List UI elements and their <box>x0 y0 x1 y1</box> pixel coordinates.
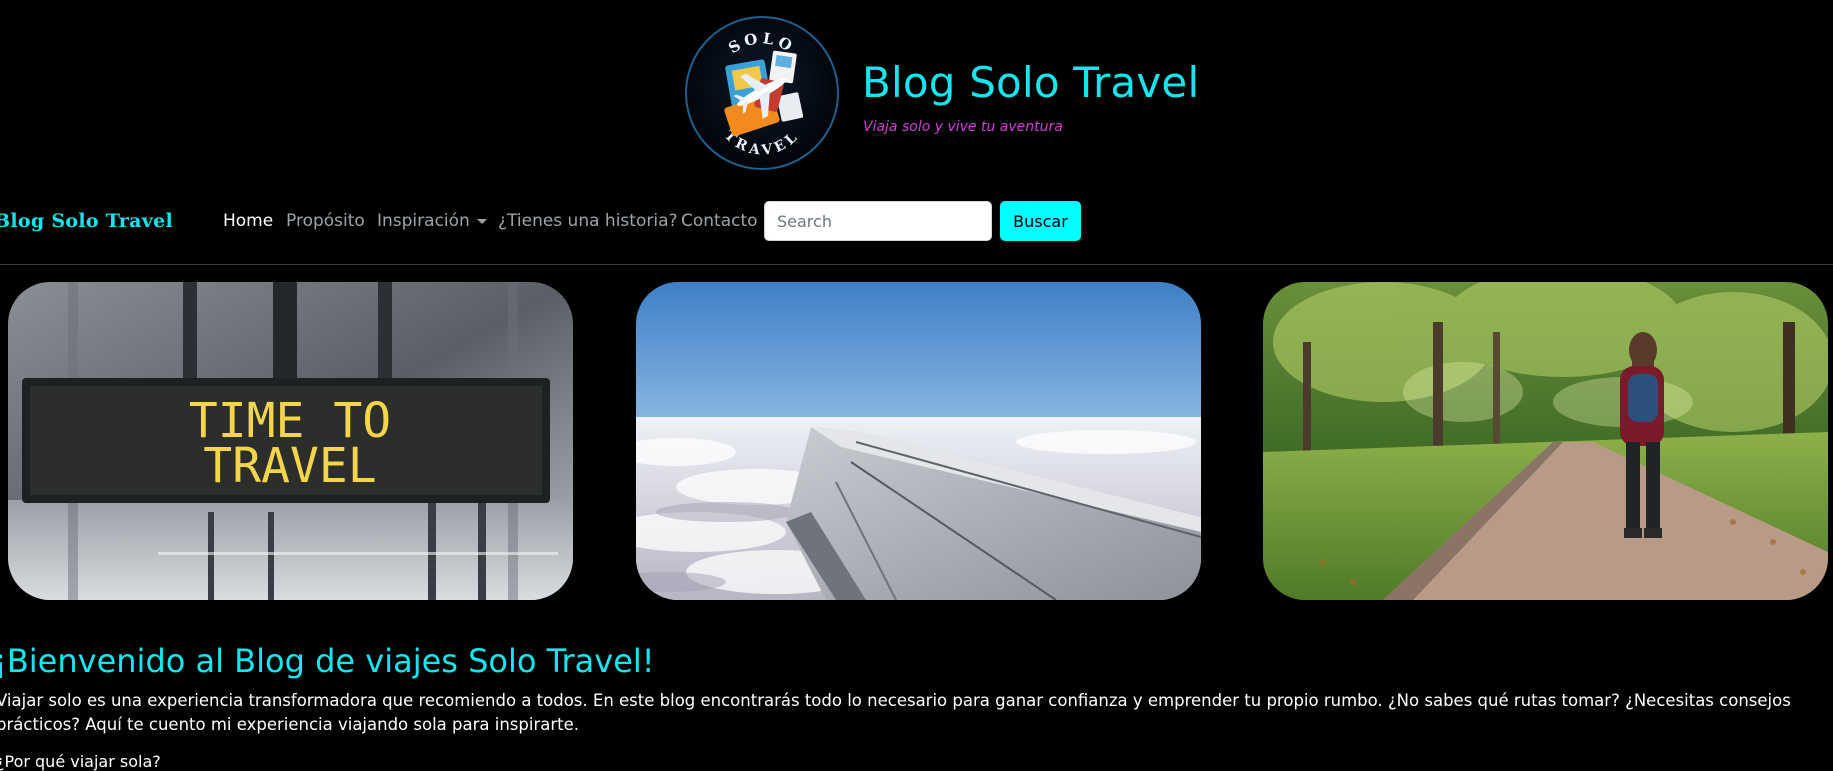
nav-item-inspiracion[interactable]: Inspiración <box>377 211 487 231</box>
sign-line-2: TRAVEL <box>203 438 376 494</box>
main-navbar: Blog Solo Travel Home Propósito Inspirac… <box>0 196 1833 266</box>
search-button[interactable]: Buscar <box>1000 201 1081 241</box>
site-title: Blog Solo Travel <box>862 58 1200 107</box>
site-tagline: Viaja solo y vive tu aventura <box>863 119 1063 135</box>
nav-item-home[interactable]: Home <box>223 211 273 231</box>
nav-item-proposito[interactable]: Propósito <box>286 211 365 231</box>
nav-item-inspiracion-label: Inspiración <box>377 211 470 231</box>
image-gallery: TIME TO TRAVEL <box>0 282 1833 600</box>
next-heading-partial: ¿Por qué viajar sola? <box>0 752 161 771</box>
intro-paragraph: Viajar solo es una experiencia transform… <box>0 691 1791 734</box>
chevron-down-icon <box>476 218 487 224</box>
site-logo[interactable]: SOLO TRAVEL <box>685 16 839 170</box>
logo-image: SOLO TRAVEL <box>721 29 804 159</box>
navbar-divider <box>0 264 1833 265</box>
navbar-brand[interactable]: Blog Solo Travel <box>0 210 173 232</box>
gallery-image-airplane-wing <box>636 282 1201 600</box>
site-header: SOLO TRAVEL Blog Solo Travel Viaja solo … <box>0 0 1833 180</box>
welcome-heading: ¡Bienvenido al Blog de viajes Solo Trave… <box>0 642 655 680</box>
gallery-image-park-walk <box>1263 282 1828 600</box>
nav-item-historia[interactable]: ¿Tienes una historia? <box>498 211 678 231</box>
search-input[interactable] <box>764 201 992 241</box>
gallery-image-departure-board: TIME TO TRAVEL <box>8 282 573 600</box>
nav-item-contacto[interactable]: Contacto <box>681 211 758 231</box>
